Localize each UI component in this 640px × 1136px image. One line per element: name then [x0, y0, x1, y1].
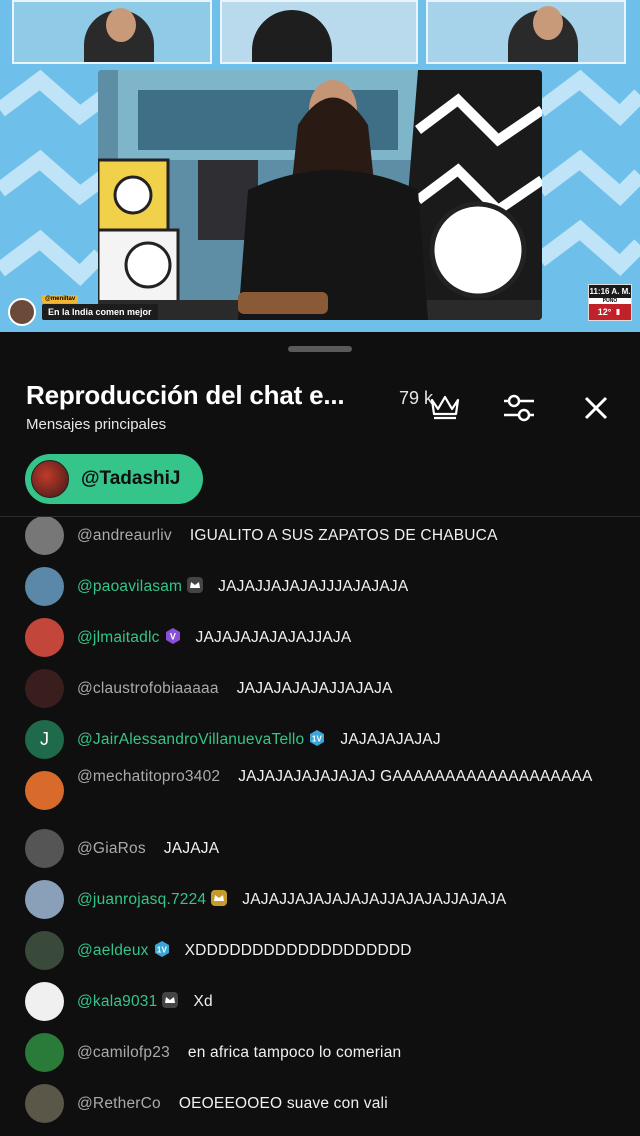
live-chat-panel: Reproducción del chat e... Mensajes prin…: [0, 332, 640, 1136]
chat-avatar[interactable]: [25, 1033, 64, 1072]
crown-badge-icon: [161, 991, 179, 1009]
chat-author[interactable]: @andreaurliv: [77, 527, 172, 544]
chat-message[interactable]: @aeldeux 1V XDDDDDDDDDDDDDDDDDDD: [0, 925, 640, 976]
pinned-user-name: @TadashiJ: [81, 468, 181, 489]
chat-avatar[interactable]: [25, 771, 64, 810]
chat-message[interactable]: @juanrojasq.7224 JAJAJJAJAJAJAJAJJAJAJAJJ…: [0, 874, 640, 925]
chat-author[interactable]: @claustrofobiaaaaa: [77, 680, 219, 697]
chat-author[interactable]: @aeldeux: [77, 942, 149, 959]
chat-message[interactable]: @kala9031 Xd: [0, 976, 640, 1027]
pinned-user-chip[interactable]: @TadashiJ: [25, 454, 203, 504]
peru-flag-icon: [614, 309, 623, 315]
stream-caption: @meniltav En la India comen mejor: [8, 295, 158, 326]
chat-message[interactable]: J @JairAlessandroVillanuevaTello 1V JAJAJAJ…: [0, 714, 640, 765]
chat-text: JAJAJA: [163, 840, 220, 857]
camera-feed-3: [426, 0, 626, 64]
chat-text: JAJAJAJAJAJAJJAJA: [195, 629, 352, 646]
chat-author[interactable]: @GiaRos: [77, 840, 146, 857]
chat-mode-label[interactable]: Mensajes principales: [26, 416, 166, 433]
main-video-frame: [98, 70, 542, 320]
member-badge-purple-icon: V: [164, 627, 182, 645]
chat-message-list[interactable]: @andreaurliv IGUALITO A SUS ZAPATOS DE CH…: [0, 517, 640, 1136]
chat-message[interactable]: @mechatitopro3402 JAJAJAJAJAJAJAJ GAAAAAA…: [0, 765, 640, 823]
chat-title[interactable]: Reproducción del chat e...: [26, 380, 345, 411]
chat-author[interactable]: @kala9031: [77, 993, 157, 1010]
chat-avatar[interactable]: [25, 880, 64, 919]
chat-text: IGUALITO A SUS ZAPATOS DE CHABUCA: [189, 527, 498, 544]
time-weather-widget: 11:16 A. M. PUNO 12°: [588, 284, 632, 321]
chat-author[interactable]: @paoavilasam: [77, 578, 182, 595]
chat-avatar[interactable]: [25, 567, 64, 606]
chat-message[interactable]: @RetherCo OEOEEOOEO suave con vali: [0, 1078, 640, 1129]
chat-text: JAJAJJAJAJAJAJAJJAJAJAJJAJAJA: [242, 891, 507, 908]
chat-avatar[interactable]: [25, 1084, 64, 1123]
clock-time: 11:16 A. M.: [589, 285, 631, 298]
chat-text: JAJAJAJAJAJJAJAJA: [236, 680, 393, 697]
close-icon[interactable]: [580, 392, 612, 424]
chat-avatar[interactable]: J: [25, 720, 64, 759]
crown-badge-icon: [186, 576, 204, 594]
caption-text: @meniltav En la India comen mejor: [42, 295, 158, 320]
chat-author[interactable]: @JairAlessandroVillanuevaTello: [77, 731, 304, 748]
chat-avatar[interactable]: [25, 931, 64, 970]
crown-icon[interactable]: [428, 392, 462, 422]
temperature-value: 12°: [597, 307, 612, 317]
clock-temp: 12°: [589, 304, 631, 320]
chat-avatar[interactable]: [25, 669, 64, 708]
chat-message[interactable]: @jlmaitadlc V JAJAJAJAJAJAJJAJA: [0, 612, 640, 663]
chat-author[interactable]: @RetherCo: [77, 1095, 161, 1112]
svg-text:V: V: [169, 632, 175, 642]
chat-message[interactable]: @paoavilasam JAJAJJAJAJAJJJAJAJAJA: [0, 561, 640, 612]
camera-feed-1: [12, 0, 212, 64]
chat-text: JAJAJAJAJAJ: [340, 731, 441, 748]
chat-avatar[interactable]: [25, 618, 64, 657]
camera-feed-2: [220, 0, 418, 64]
chat-avatar[interactable]: [25, 829, 64, 868]
studio-scene: [98, 70, 542, 320]
chat-text: OEOEEOOEO suave con vali: [178, 1095, 388, 1112]
video-player[interactable]: @meniltav En la India comen mejor 11:16 …: [0, 0, 640, 332]
chat-text: XDDDDDDDDDDDDDDDDDDD: [184, 942, 412, 959]
member-badge-1v-icon: 1V: [308, 729, 326, 747]
chat-author[interactable]: @mechatitopro3402: [77, 768, 220, 785]
chat-avatar[interactable]: [25, 517, 64, 555]
drag-handle[interactable]: [288, 346, 352, 352]
filter-settings-icon[interactable]: [500, 390, 538, 426]
chat-text: Xd: [193, 993, 213, 1010]
chat-author[interactable]: @camilofp23: [77, 1044, 170, 1061]
chat-message[interactable]: @GiaRos JAJAJA: [0, 823, 640, 874]
chat-author[interactable]: @juanrojasq.7224: [77, 891, 206, 908]
chat-message[interactable]: @andreaurliv IGUALITO A SUS ZAPATOS DE CH…: [0, 517, 640, 561]
chat-message[interactable]: @camilofp23 en africa tampoco lo comerian: [0, 1027, 640, 1078]
chat-author[interactable]: @jlmaitadlc: [77, 629, 160, 646]
caption-label: En la India comen mejor: [48, 307, 152, 317]
chat-avatar[interactable]: [25, 982, 64, 1021]
chat-text: JAJAJJAJAJAJJJAJAJAJA: [218, 578, 409, 595]
member-badge-1v-icon: 1V: [153, 940, 171, 958]
caption-handle: @meniltav: [42, 295, 79, 303]
chat-text: en africa tampoco lo comerian: [187, 1044, 402, 1061]
crown-badge-gold-icon: [210, 889, 228, 907]
chat-message[interactable]: @claustrofobiaaaaa JAJAJAJAJAJJAJAJA: [0, 663, 640, 714]
pinned-user-avatar: [31, 460, 69, 498]
caption-avatar: [8, 298, 36, 326]
svg-text:1V: 1V: [157, 946, 168, 955]
svg-text:1V: 1V: [312, 735, 323, 744]
chat-text: JAJAJAJAJAJAJAJ GAAAAAAAAAAAAAAAAAAA: [238, 768, 593, 785]
